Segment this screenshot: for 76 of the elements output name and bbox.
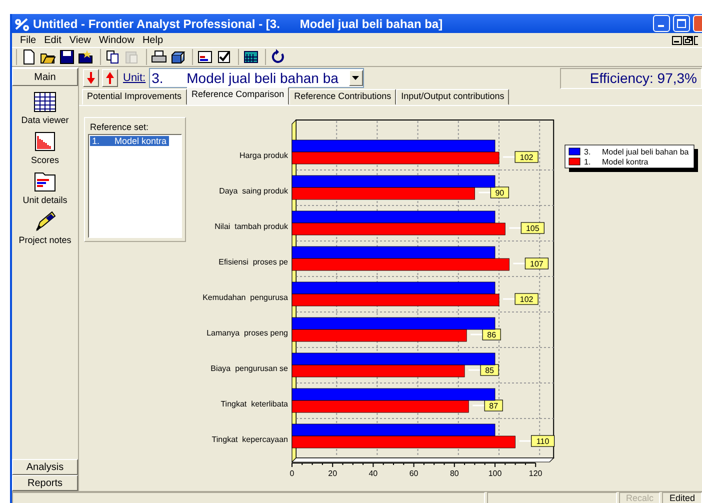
menu-item[interactable]: File <box>16 34 40 46</box>
data-label: 102 <box>514 151 538 163</box>
status-panel: Recalc <box>618 492 660 503</box>
tick-label: 0 <box>290 469 294 478</box>
tick-label: 60 <box>409 469 418 478</box>
legend-label: Model jual beli bahan ba <box>602 148 689 156</box>
category-label: Nilai tambah produk <box>214 222 288 231</box>
maximize-icon <box>677 19 686 28</box>
section-button[interactable]: Reports <box>12 475 78 491</box>
legend-number: 1. <box>584 158 591 166</box>
refresh-icon[interactable] <box>270 49 286 65</box>
minimize-button[interactable] <box>653 15 670 32</box>
data-label: 110 <box>531 435 555 447</box>
efficiency-readout: Efficiency: 97,3% <box>560 68 702 88</box>
maximize-button[interactable] <box>673 15 690 32</box>
tick-label: 100 <box>488 469 502 478</box>
previous-arrow-button[interactable] <box>102 69 118 87</box>
bar-chart-icon[interactable] <box>197 49 213 65</box>
category-label: Biaya pengurusan se <box>210 364 288 373</box>
close-button[interactable] <box>693 15 702 32</box>
category-label: Tingkat keterlibata <box>220 400 288 408</box>
restore-icon <box>684 37 692 43</box>
reference-set-label: Reference set: <box>89 122 150 132</box>
data-label: 105 <box>520 222 544 234</box>
tick-label: 80 <box>450 469 459 478</box>
unit-dropdown[interactable]: 3. Model jual beli bahan ba <box>148 68 364 88</box>
sidebar-item-label[interactable]: Data viewer <box>21 115 69 125</box>
category-label: Lamanya proses peng <box>206 328 288 338</box>
table-grid-icon[interactable] <box>31 90 59 114</box>
data-label: 102 <box>514 293 538 305</box>
tick-label: 20 <box>328 469 338 478</box>
up-arrow-icon <box>106 72 114 84</box>
down-arrow-icon <box>87 72 95 84</box>
data-label: 87 <box>484 400 503 412</box>
mdi-minimize-button[interactable] <box>672 36 682 44</box>
tab[interactable]: Potential Improvements <box>82 89 187 105</box>
list-item[interactable]: 1. Model kontra <box>90 136 169 146</box>
data-label: 86 <box>482 328 501 340</box>
mdi-restore-button[interactable] <box>683 36 693 44</box>
sidebar-item-label[interactable]: Unit details <box>22 195 68 205</box>
category-label: Kemudahan pengurusa <box>202 293 288 302</box>
printer-icon[interactable] <box>151 49 167 65</box>
category-label: Tingkat kepercayaan <box>212 435 288 444</box>
checkbox-icon[interactable] <box>216 49 232 65</box>
section-button[interactable]: Analysis <box>12 459 78 475</box>
table-icon[interactable] <box>243 49 259 65</box>
next-arrow-button[interactable] <box>83 69 99 87</box>
main-section-button[interactable]: Main <box>12 68 78 86</box>
copy-icon[interactable] <box>105 49 121 65</box>
cube-icon[interactable] <box>170 49 186 65</box>
data-label: 107 <box>524 258 548 270</box>
tick-label: 120 <box>528 469 542 478</box>
new-document-icon[interactable] <box>21 49 37 65</box>
tab[interactable]: Reference Contributions <box>289 89 396 105</box>
window-title: Untitled - Frontier Analyst Professional - [3. Model jual beli bahan ba] <box>33 16 444 30</box>
sidebar-item-label[interactable]: Scores <box>30 155 59 165</box>
menu-item[interactable]: View <box>65 34 95 46</box>
status-panel: Edited <box>662 492 702 503</box>
legend-label: Model kontra <box>602 158 648 166</box>
menu-item[interactable]: Help <box>138 34 168 46</box>
tick-label: 40 <box>368 469 378 478</box>
caret-icon <box>352 76 360 80</box>
unit-label: Unit: <box>123 72 146 84</box>
menu-item[interactable]: Window <box>94 34 138 46</box>
data-label: 85 <box>480 364 499 376</box>
legend-number: 3. <box>584 148 591 156</box>
app-logo-icon <box>14 16 30 30</box>
folder-star-icon[interactable] <box>78 49 94 65</box>
tab[interactable]: Input/Output contributions <box>396 89 510 105</box>
menu-item[interactable]: Edit <box>40 34 66 46</box>
data-label: 90 <box>490 186 509 198</box>
category-label: Daya saing produk <box>219 186 288 196</box>
category-label: Efisiensi proses pe <box>218 258 288 266</box>
tab[interactable]: Reference Comparison <box>186 87 290 105</box>
sidebar-item-label[interactable]: Project notes <box>18 235 72 245</box>
category-label: Harga produk <box>240 151 288 160</box>
